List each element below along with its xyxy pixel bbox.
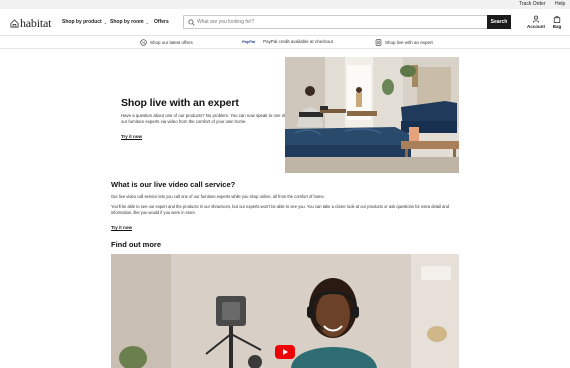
hero-section: Shop live with an expert Have a question… <box>121 97 286 143</box>
chevron-down-icon: ⌄ <box>145 19 149 25</box>
promo-bar: % Shop our latest offers PayPal PayPal c… <box>0 36 570 49</box>
what-is-paragraph-2: You'll be able to see our expert and the… <box>111 204 449 215</box>
user-icon <box>532 15 540 23</box>
what-is-section: What is our live video call service? Our… <box>111 180 461 234</box>
site-header: habitat Shop by product ⌄ Shop by room ⌄… <box>0 9 570 36</box>
shopping-bag-icon <box>553 15 561 23</box>
bag-label: Bag <box>552 24 562 29</box>
nav-shop-by-product[interactable]: Shop by product ⌄ <box>62 19 107 25</box>
habitat-logo[interactable]: habitat <box>10 16 51 30</box>
house-logo-icon <box>10 18 19 28</box>
showroom-illustration <box>285 57 459 173</box>
utility-bar: Track Order Help <box>0 0 570 9</box>
bag-button[interactable]: Bag <box>547 15 567 29</box>
nav-offers[interactable]: Offers <box>154 19 169 25</box>
promo-text: Shop live with an expert <box>385 40 433 45</box>
account-label: Account <box>527 24 545 29</box>
what-is-title: What is our live video call service? <box>111 180 236 189</box>
promo-text: Shop our latest offers <box>150 40 193 45</box>
what-is-try-it-now-link[interactable]: Try it now <box>111 225 132 230</box>
hero-try-it-now-link[interactable]: Try it now <box>121 134 142 139</box>
nav-label: Offers <box>154 19 169 25</box>
promo-text: PayPal credit available at checkout <box>263 39 333 44</box>
youtube-play-button-icon[interactable] <box>275 345 295 359</box>
paypal-logo-icon: PayPal <box>242 39 256 44</box>
offer-tag-icon: % <box>140 39 147 46</box>
search-icon <box>188 19 195 26</box>
brand-name: habitat <box>20 15 52 30</box>
nav-shop-by-room[interactable]: Shop by room ⌄ <box>110 19 149 25</box>
find-out-more-title: Find out more <box>111 240 161 249</box>
what-is-paragraph-1: Our live video call service lets you cal… <box>111 194 325 199</box>
find-out-more-section: Find out more <box>111 240 161 249</box>
showroom-expert-image <box>285 57 459 173</box>
nav-label: Shop by product <box>62 19 102 25</box>
search-box <box>183 15 511 29</box>
promo-shop-live[interactable]: Shop live with an expert <box>375 39 433 46</box>
chevron-down-icon: ⌄ <box>103 19 108 25</box>
svg-text:%: % <box>142 41 145 45</box>
video-call-icon <box>375 39 382 46</box>
track-order-link[interactable]: Track Order <box>519 1 545 7</box>
search-input[interactable] <box>197 17 487 27</box>
nav-label: Shop by room <box>110 19 144 25</box>
promo-offers[interactable]: % Shop our latest offers <box>140 39 193 46</box>
hero-title: Shop live with an expert <box>121 97 239 109</box>
account-button[interactable]: Account <box>526 15 546 29</box>
search-button[interactable]: Search <box>487 15 511 29</box>
promo-paypal[interactable]: PayPal PayPal credit available at checko… <box>242 39 333 44</box>
help-link[interactable]: Help <box>555 1 565 7</box>
hero-description: Have a question about one of our product… <box>121 113 286 124</box>
